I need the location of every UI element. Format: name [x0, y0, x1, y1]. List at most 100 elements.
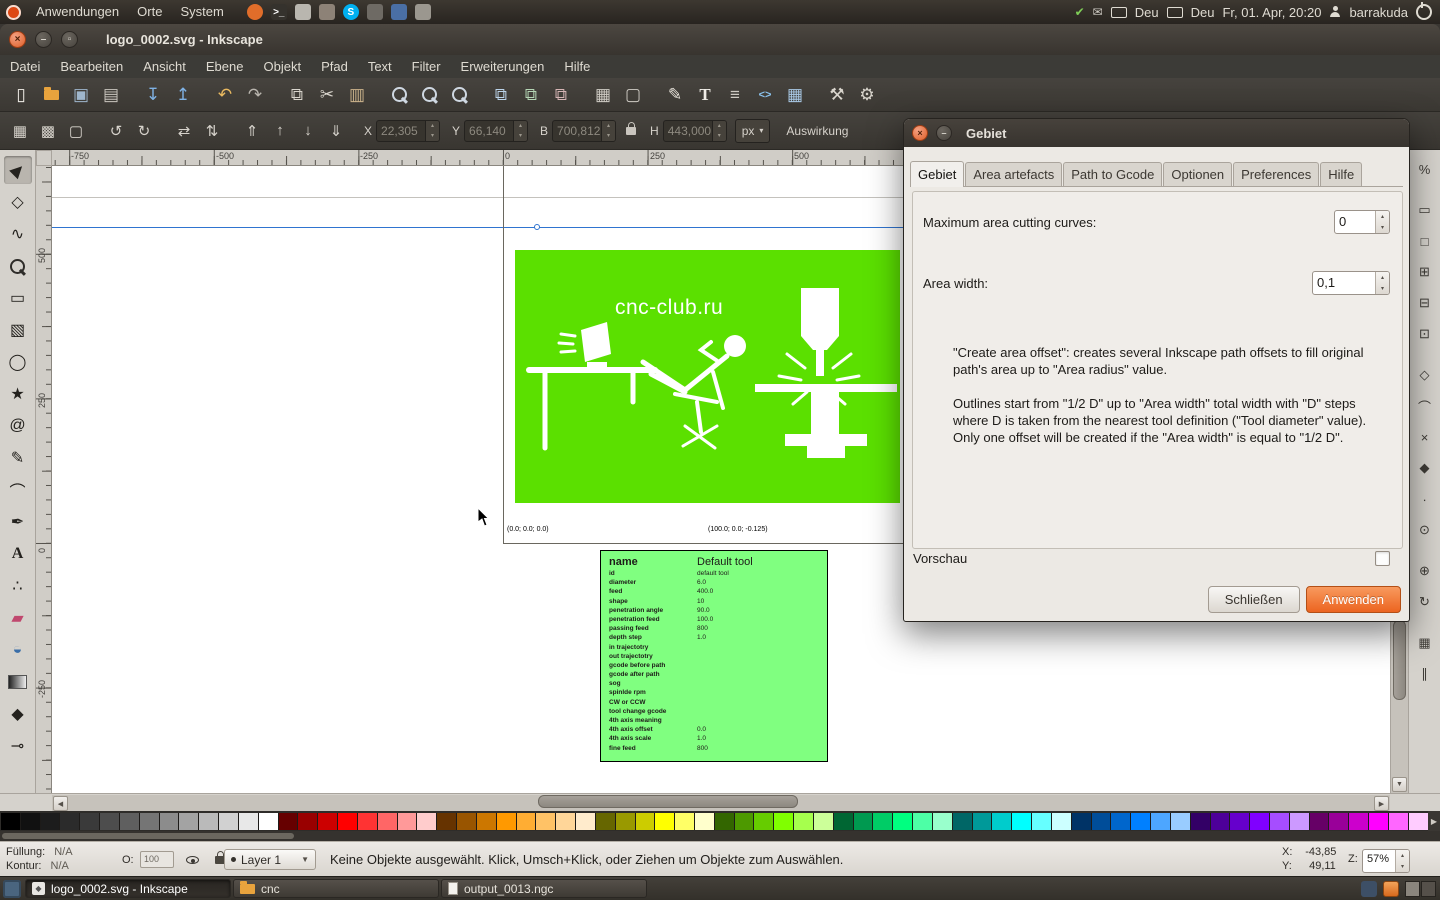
- tab-preferences[interactable]: Preferences: [1233, 162, 1320, 186]
- palette-swatch[interactable]: [694, 812, 715, 830]
- spray-tool[interactable]: ∴: [4, 572, 32, 600]
- node-tool[interactable]: ◇: [4, 188, 32, 216]
- palette-swatch[interactable]: [1170, 812, 1191, 830]
- align-dialog-icon[interactable]: ▦: [782, 82, 808, 108]
- palette-swatch[interactable]: [139, 812, 160, 830]
- palette-swatch[interactable]: [1131, 812, 1152, 830]
- star-tool[interactable]: ★: [4, 380, 32, 408]
- group-icon[interactable]: ▦: [590, 82, 616, 108]
- ubuntu-menu-icon[interactable]: [6, 4, 21, 20]
- skype-icon[interactable]: S: [342, 4, 359, 20]
- enable-snap-icon[interactable]: %: [1414, 158, 1436, 180]
- palette-swatch[interactable]: [476, 812, 497, 830]
- gimp-icon[interactable]: [318, 4, 335, 20]
- menu-bearbeiten[interactable]: Bearbeiten: [50, 55, 133, 78]
- lower-icon[interactable]: ↓: [296, 119, 320, 143]
- height-input[interactable]: 443,000 ▴ ▾: [662, 119, 727, 142]
- layer-visibility-icon[interactable]: [186, 856, 199, 864]
- select-all-layers-icon[interactable]: ▩: [36, 119, 60, 143]
- dialog-close-icon[interactable]: ×: [912, 125, 928, 141]
- snap-bbox-corner-icon[interactable]: ⊞: [1414, 261, 1436, 283]
- palette-swatch[interactable]: [20, 812, 41, 830]
- tweak-tool[interactable]: ∿: [4, 220, 32, 248]
- guide-anchor[interactable]: [534, 224, 540, 230]
- palette-swatch[interactable]: [60, 812, 81, 830]
- width-input[interactable]: 700,812 ▴ ▾: [552, 119, 617, 142]
- palette-swatch[interactable]: [556, 812, 577, 830]
- preferences-icon[interactable]: ⚒: [824, 82, 850, 108]
- menu-ansicht[interactable]: Ansicht: [133, 55, 196, 78]
- palette-arrow-icon[interactable]: ▶: [1428, 811, 1440, 831]
- flip-horizontal-icon[interactable]: ⇄: [172, 119, 196, 143]
- palette-swatch[interactable]: [932, 812, 953, 830]
- xml-editor-icon[interactable]: <>: [752, 82, 778, 108]
- palette-swatch[interactable]: [1329, 812, 1350, 830]
- dialog-titlebar[interactable]: × – Gebiet: [904, 119, 1409, 147]
- selector-tool[interactable]: ▶: [3, 156, 32, 184]
- open-document-icon[interactable]: [38, 82, 64, 108]
- text-dialog-icon[interactable]: T: [692, 82, 718, 108]
- snap-grid-icon[interactable]: ▦: [1414, 632, 1436, 654]
- snap-object-center-icon[interactable]: ⊕: [1414, 560, 1436, 582]
- palette-swatch[interactable]: [199, 812, 220, 830]
- palette-swatch[interactable]: [1388, 812, 1409, 830]
- scroll-right-icon[interactable]: ▶: [1374, 796, 1389, 811]
- palette-swatch[interactable]: [1151, 812, 1171, 830]
- palette-swatch[interactable]: [278, 812, 299, 830]
- zoom-tool[interactable]: [4, 252, 32, 280]
- palette-swatch[interactable]: [119, 812, 140, 830]
- snap-path-intersection-icon[interactable]: ×: [1414, 426, 1436, 448]
- palette-swatch[interactable]: [1270, 812, 1290, 830]
- menu-hilfe[interactable]: Hilfe: [554, 55, 600, 78]
- palette-swatch[interactable]: [536, 812, 557, 830]
- palette-swatch[interactable]: [516, 812, 537, 830]
- zoom-input[interactable]: 57% ▴ ▾: [1362, 849, 1410, 873]
- print-icon[interactable]: ▤: [98, 82, 124, 108]
- rotate-ccw-icon[interactable]: ↺: [104, 119, 128, 143]
- palette-swatch[interactable]: [397, 812, 418, 830]
- bezier-tool[interactable]: ⌒: [4, 476, 32, 504]
- tab-gebiet[interactable]: Gebiet: [910, 161, 965, 187]
- palette-swatch[interactable]: [893, 812, 914, 830]
- palette-swatch[interactable]: [357, 812, 378, 830]
- palette-swatch[interactable]: [952, 812, 973, 830]
- window-maximize-icon[interactable]: ▫: [61, 31, 78, 48]
- logo-drawing[interactable]: cnc-club.ru: [515, 250, 900, 503]
- tab-area-artefacts[interactable]: Area artefacts: [965, 162, 1063, 186]
- palette-swatch[interactable]: [1190, 812, 1211, 830]
- palette-swatch[interactable]: [377, 812, 398, 830]
- menu-datei[interactable]: Datei: [0, 55, 50, 78]
- panel-menu-anwendungen[interactable]: Anwendungen: [27, 0, 128, 24]
- unlink-clone-icon[interactable]: ⧉: [548, 82, 574, 108]
- layer-select[interactable]: Layer 1 ▼: [224, 849, 316, 870]
- unit-select[interactable]: px ▾: [734, 118, 771, 143]
- palette-swatch[interactable]: [813, 812, 834, 830]
- flip-vertical-icon[interactable]: ⇅: [200, 119, 224, 143]
- tab-hilfe[interactable]: Hilfe: [1320, 162, 1363, 186]
- duplicate-icon[interactable]: ⧉: [488, 82, 514, 108]
- palette-swatch[interactable]: [100, 812, 120, 830]
- palette-swatch[interactable]: [298, 812, 319, 830]
- import-icon[interactable]: ↧: [140, 82, 166, 108]
- palette-swatch[interactable]: [1230, 812, 1251, 830]
- raise-to-top-icon[interactable]: ⇑: [240, 119, 264, 143]
- snap-rotation-center-icon[interactable]: ↻: [1414, 591, 1436, 613]
- panel-menu-system[interactable]: System: [171, 0, 232, 24]
- gradient-tool[interactable]: [4, 668, 32, 696]
- palette-swatch[interactable]: [238, 812, 259, 830]
- tab-path-to-gcode[interactable]: Path to Gcode: [1063, 162, 1163, 186]
- palette-swatch[interactable]: [913, 812, 933, 830]
- redo-icon[interactable]: ↷: [242, 82, 268, 108]
- rectangle-tool[interactable]: ▭: [4, 284, 32, 312]
- gcodetools-tool-table[interactable]: name Default tool id default tool diameter…: [600, 550, 828, 762]
- palette-swatch[interactable]: [417, 812, 438, 830]
- palette-swatch[interactable]: [1349, 812, 1370, 830]
- zoom-page-icon[interactable]: [446, 82, 472, 108]
- palette-swatch[interactable]: [80, 812, 101, 830]
- keyboard-layout-icon[interactable]: [1110, 6, 1127, 18]
- box3d-tool[interactable]: ▧: [4, 316, 32, 344]
- palette-swatch[interactable]: [1071, 812, 1092, 830]
- stroke-value[interactable]: N/A: [51, 860, 69, 872]
- terminal-icon[interactable]: >_: [270, 4, 287, 20]
- rotate-cw-icon[interactable]: ↻: [132, 119, 156, 143]
